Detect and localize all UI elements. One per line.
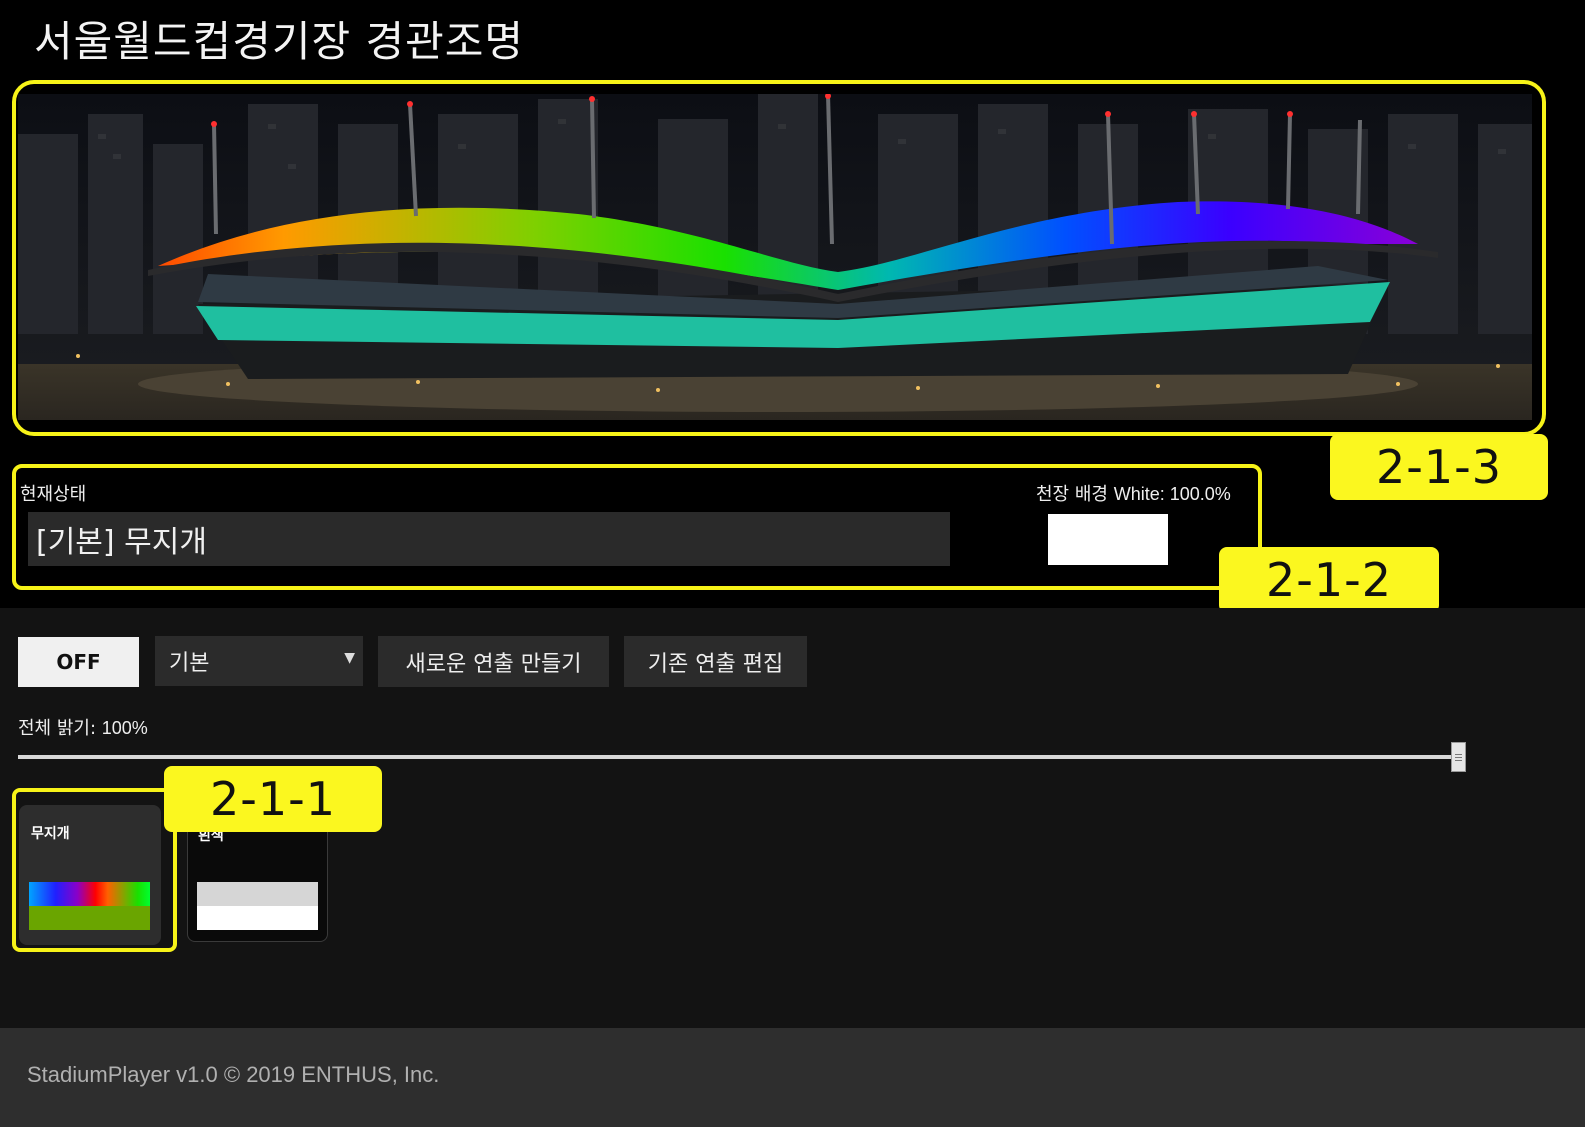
brightness-label-text: 전체 밝기: — [18, 718, 97, 739]
callout-status: 2-1-2 — [1219, 547, 1439, 613]
brightness-slider-track[interactable] — [18, 755, 1466, 759]
stadium-player-app: 서울월드컵경기장 경관조명 2-1-3 현재상태 [기본] 무지개 천장 배경 … — [0, 0, 1585, 1127]
footer-copyright: StadiumPlayer v1.0 © 2019 ENTHUS, Inc. — [27, 1062, 440, 1087]
preset-card-rainbow[interactable]: 무지개 — [19, 805, 161, 945]
current-status-text: [기본] 무지개 — [36, 525, 207, 560]
ceiling-color-swatch[interactable] — [1048, 514, 1168, 565]
current-status-display: [기본] 무지개 — [28, 512, 950, 566]
callout-cards: 2-1-1 — [164, 766, 382, 832]
stadium-preview — [18, 94, 1532, 420]
edit-show-button[interactable]: 기존 연출 편집 — [624, 636, 807, 687]
brightness-slider-thumb[interactable] — [1451, 742, 1466, 772]
preset-rainbow-facade-swatch — [29, 906, 150, 930]
ceiling-label-text: 천장 배경 — [1036, 484, 1108, 505]
preset-rainbow-gradient-swatch — [29, 882, 150, 906]
mode-select-value: 기본 — [169, 651, 210, 676]
brightness-label: 전체 밝기: 100% — [18, 714, 148, 740]
ceiling-background-label: 천장 배경 White: 100.0% — [1036, 480, 1231, 506]
new-show-button[interactable]: 새로운 연출 만들기 — [378, 636, 609, 687]
mode-select[interactable]: 기본 ▼ — [155, 636, 363, 686]
brightness-value: 100% — [101, 718, 148, 738]
status-label: 현재상태 — [20, 484, 87, 505]
preset-white-bottom-swatch — [197, 906, 318, 930]
preset-white-top-swatch — [197, 882, 318, 906]
header-area: 서울월드컵경기장 경관조명 2-1-3 현재상태 [기본] 무지개 천장 배경 … — [0, 0, 1585, 613]
callout-stage: 2-1-3 — [1330, 434, 1548, 500]
off-button[interactable]: OFF — [18, 637, 139, 687]
ceiling-value-text: White: 100.0% — [1113, 484, 1231, 504]
page-title: 서울월드컵경기장 경관조명 — [34, 17, 525, 66]
preset-name: 무지개 — [31, 826, 70, 842]
chevron-down-icon: ▼ — [344, 650, 355, 666]
